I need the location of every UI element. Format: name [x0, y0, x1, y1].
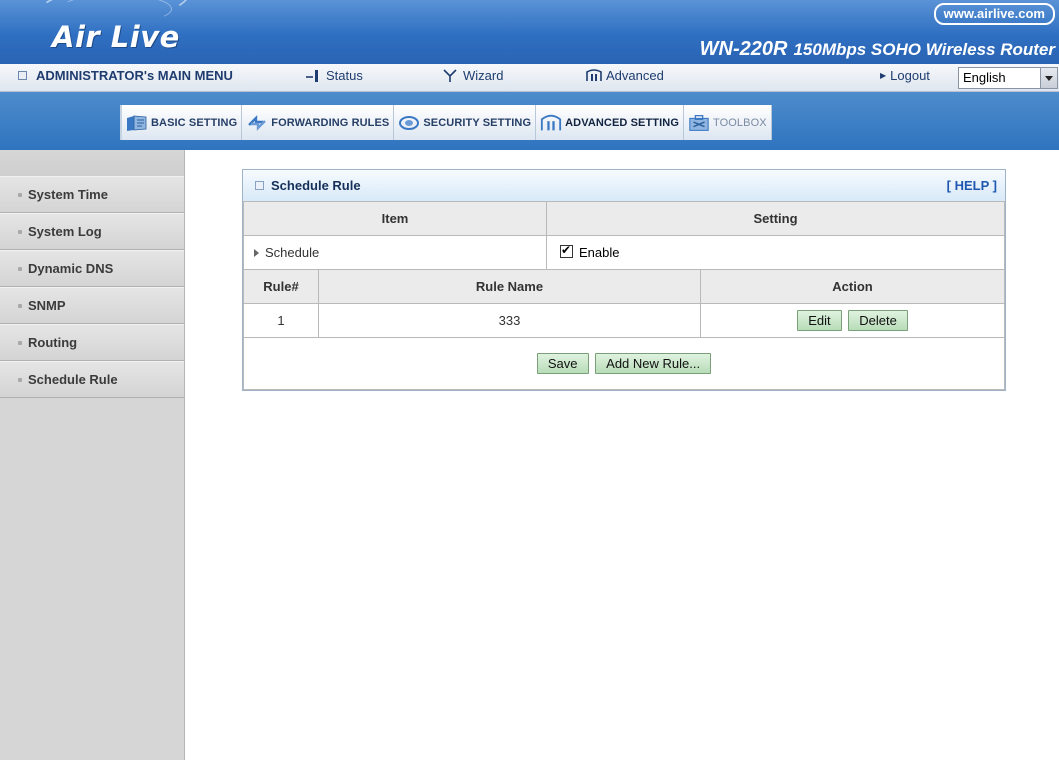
tab-security-setting-label: SECURITY SETTING — [423, 116, 532, 129]
tab-basic-setting-label: BASIC SETTING — [151, 116, 238, 129]
form-actions-cell: Save Add New Rule... — [243, 337, 1005, 390]
sidebar-item-label: System Time — [28, 187, 108, 202]
logout-label: Logout — [890, 68, 930, 83]
table-row: 1 333 Edit Delete — [243, 303, 1005, 338]
bullet-icon — [18, 192, 22, 197]
language-select[interactable]: English — [958, 67, 1058, 89]
sidebar-item-snmp[interactable]: SNMP — [0, 287, 184, 324]
sidebar-item-label: Schedule Rule — [28, 372, 118, 387]
tab-forwarding-rules[interactable]: FORWARDING RULES — [241, 105, 394, 140]
tab-basic-setting[interactable]: BASIC SETTING — [120, 105, 242, 140]
admin-menu-text: ADMINISTRATOR's MAIN MENU — [36, 68, 233, 83]
panel-square-icon — [255, 181, 264, 190]
advanced-label: Advanced — [606, 68, 664, 83]
sidebar: System Time System Log Dynamic DNS SNMP … — [0, 150, 185, 760]
bullet-icon — [18, 303, 22, 308]
airlive-logo: Air Live — [52, 20, 180, 54]
delete-button[interactable]: Delete — [848, 310, 908, 331]
tab-advanced-setting-label: ADVANCED SETTING — [565, 116, 679, 129]
bullet-icon — [18, 229, 22, 234]
arrows-icon — [246, 112, 268, 134]
sidebar-item-label: SNMP — [28, 298, 66, 313]
sidebar-item-label: Routing — [28, 335, 78, 350]
tab-forwarding-rules-label: FORWARDING RULES — [271, 116, 390, 129]
status-icon — [305, 69, 321, 83]
sidebar-item-routing[interactable]: Routing — [0, 324, 184, 361]
sidebar-item-schedule-rule[interactable]: Schedule Rule — [0, 361, 184, 398]
eye-icon — [398, 112, 420, 134]
rules-table: Rule# Rule Name Action 1 333 Edit Delete… — [243, 269, 1005, 390]
tab-advanced-setting[interactable]: ADVANCED SETTING — [535, 105, 683, 140]
schedule-rule-panel: Schedule Rule [ HELP ] Item Setting Sche… — [242, 169, 1006, 391]
advanced-menu-item[interactable]: Advanced — [585, 68, 664, 83]
folder-icon — [126, 112, 148, 134]
enable-checkbox[interactable] — [560, 243, 573, 258]
edit-button[interactable]: Edit — [797, 310, 842, 331]
menu-square-icon — [18, 71, 27, 80]
panel-title: Schedule Rule — [271, 178, 361, 193]
wizard-icon — [442, 68, 458, 83]
column-header-item: Item — [243, 201, 547, 236]
tab-strip: BASIC SETTING FORWARDING RULES SECURITY … — [0, 92, 1059, 150]
add-new-rule-button[interactable]: Add New Rule... — [595, 353, 712, 374]
site-url-badge: www.airlive.com — [933, 3, 1055, 25]
schedule-enable-cell: Enable — [546, 235, 1005, 270]
dropdown-arrow-icon[interactable] — [1040, 68, 1057, 88]
enable-label: Enable — [579, 245, 620, 260]
bullet-icon — [18, 266, 22, 271]
triangle-bullet-icon — [254, 249, 259, 257]
help-link[interactable]: [ HELP ] — [947, 178, 997, 193]
save-button[interactable]: Save — [536, 353, 589, 374]
toolbox-icon — [688, 112, 710, 134]
sidebar-top-spacer — [0, 150, 184, 176]
rule-action-cell: Edit Delete — [700, 303, 1005, 338]
tab-toolbox[interactable]: TOOLBOX — [682, 105, 772, 140]
column-header-action: Action — [700, 269, 1005, 304]
tab-security-setting[interactable]: SECURITY SETTING — [393, 105, 536, 140]
model-title: WN-220R 150Mbps SOHO Wireless Router — [700, 38, 1055, 61]
bullet-icon — [18, 340, 22, 345]
status-menu-item[interactable]: Status — [305, 68, 363, 83]
advanced-icon — [585, 68, 602, 83]
admin-main-menu-label[interactable]: ADMINISTRATOR's MAIN MENU — [18, 68, 233, 83]
sidebar-item-dynamic-dns[interactable]: Dynamic DNS — [0, 250, 184, 287]
column-header-rule-no: Rule# — [243, 269, 319, 304]
schedule-label-text: Schedule — [265, 245, 320, 260]
wizard-label: Wizard — [463, 68, 504, 83]
panel-header: Schedule Rule [ HELP ] — [243, 170, 1005, 201]
model-code: WN-220R — [699, 38, 788, 60]
language-value: English — [963, 70, 1006, 85]
tab-toolbox-label: TOOLBOX — [712, 116, 767, 129]
wizard-menu-item[interactable]: Wizard — [442, 68, 503, 83]
header-banner: Air Live www.airlive.com WN-220R 150Mbps … — [0, 0, 1059, 64]
sidebar-item-label: Dynamic DNS — [28, 261, 114, 276]
bullet-icon — [18, 377, 22, 382]
sidebar-item-system-time[interactable]: System Time — [0, 176, 184, 213]
logout-link[interactable]: ▶ Logout — [880, 68, 930, 83]
schedule-setting-table: Item Setting Schedule Enable — [243, 201, 1005, 270]
column-header-setting: Setting — [546, 201, 1005, 236]
rule-number-cell: 1 — [243, 303, 319, 338]
sidebar-item-system-log[interactable]: System Log — [0, 213, 184, 250]
schedule-row-label: Schedule — [243, 235, 547, 270]
sidebar-item-label: System Log — [28, 224, 102, 239]
advanced-setting-icon — [540, 112, 562, 134]
model-description: 150Mbps SOHO Wireless Router — [793, 40, 1055, 59]
rule-name-cell: 333 — [318, 303, 701, 338]
column-header-rule-name: Rule Name — [318, 269, 701, 304]
main-menu-bar: ADMINISTRATOR's MAIN MENU Status Wizard … — [0, 64, 1059, 92]
logout-arrow-icon: ▶ — [880, 71, 887, 80]
status-label: Status — [326, 68, 363, 83]
